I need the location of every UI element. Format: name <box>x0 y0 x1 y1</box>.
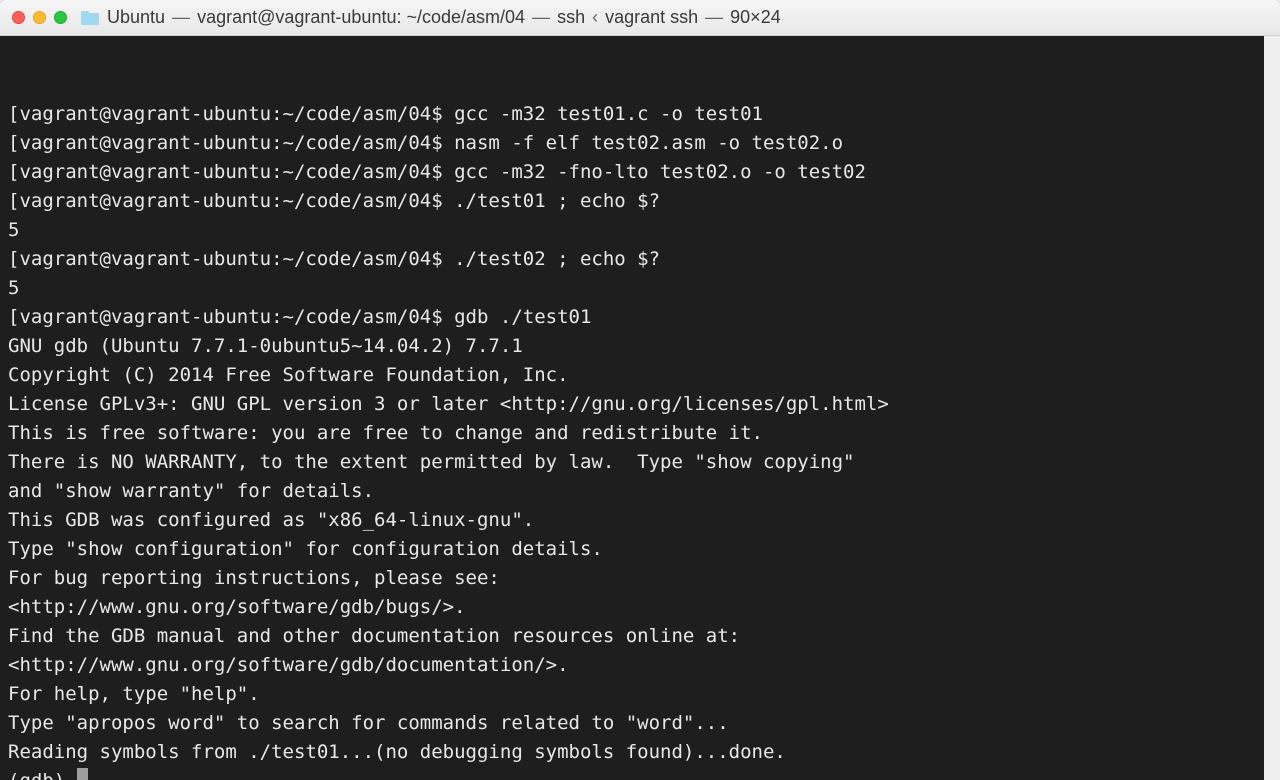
terminal-line-output: Find the GDB manual and other documentat… <box>8 622 1272 651</box>
terminal-line-output: This is free software: you are free to c… <box>8 419 1272 448</box>
title-session: vagrant@vagrant-ubuntu: ~/code/asm/04 <box>197 7 525 27</box>
terminal-line-prompt: [vagrant@vagrant-ubuntu:~/code/asm/04$ g… <box>8 303 1272 332</box>
cursor <box>77 768 88 780</box>
terminal-line-output: For help, type "help". <box>8 680 1272 709</box>
terminal-line-output: 5 <box>8 216 1272 245</box>
terminal-line-output: GNU gdb (Ubuntu 7.7.1-0ubuntu5~14.04.2) … <box>8 332 1272 361</box>
terminal-line-output: For bug reporting instructions, please s… <box>8 564 1272 593</box>
window-title: Ubuntu — vagrant@vagrant-ubuntu: ~/code/… <box>107 7 781 28</box>
terminal-line-output: Type "show configuration" for configurat… <box>8 535 1272 564</box>
close-button[interactable] <box>12 11 25 24</box>
maximize-button[interactable] <box>54 11 67 24</box>
terminal-line-output: <http://www.gnu.org/software/gdb/documen… <box>8 651 1272 680</box>
traffic-lights <box>12 11 67 24</box>
terminal-line-output: There is NO WARRANTY, to the extent perm… <box>8 448 1272 477</box>
title-via: ssh <box>557 7 585 27</box>
terminal-body[interactable]: [vagrant@vagrant-ubuntu:~/code/asm/04$ g… <box>0 36 1280 780</box>
terminal-line-output: License GPLv3+: GNU GPL version 3 or lat… <box>8 390 1272 419</box>
title-app: Ubuntu <box>107 7 165 27</box>
terminal-line-output: and "show warranty" for details. <box>8 477 1272 506</box>
titlebar[interactable]: Ubuntu — vagrant@vagrant-ubuntu: ~/code/… <box>0 0 1280 36</box>
terminal-line-output: Copyright (C) 2014 Free Software Foundat… <box>8 361 1272 390</box>
terminal-line-prompt: [vagrant@vagrant-ubuntu:~/code/asm/04$ n… <box>8 129 1272 158</box>
title-size: 90×24 <box>730 7 781 27</box>
terminal-line-output: <http://www.gnu.org/software/gdb/bugs/>. <box>8 593 1272 622</box>
terminal-line-output: This GDB was configured as "x86_64-linux… <box>8 506 1272 535</box>
terminal-line-output: Type "apropos word" to search for comman… <box>8 709 1272 738</box>
terminal-line-prompt: [vagrant@vagrant-ubuntu:~/code/asm/04$ .… <box>8 245 1272 274</box>
title-cmd: vagrant ssh <box>605 7 698 27</box>
terminal-window: Ubuntu — vagrant@vagrant-ubuntu: ~/code/… <box>0 0 1280 780</box>
gdb-prompt: (gdb) <box>8 767 1272 780</box>
terminal-line-prompt: [vagrant@vagrant-ubuntu:~/code/asm/04$ g… <box>8 100 1272 129</box>
terminal-line-output: Reading symbols from ./test01...(no debu… <box>8 738 1272 767</box>
terminal-line-prompt: [vagrant@vagrant-ubuntu:~/code/asm/04$ .… <box>8 187 1272 216</box>
scrollbar[interactable] <box>1264 36 1280 780</box>
terminal-line-output: 5 <box>8 274 1272 303</box>
terminal-line-prompt: [vagrant@vagrant-ubuntu:~/code/asm/04$ g… <box>8 158 1272 187</box>
minimize-button[interactable] <box>33 11 46 24</box>
folder-icon <box>81 11 99 25</box>
